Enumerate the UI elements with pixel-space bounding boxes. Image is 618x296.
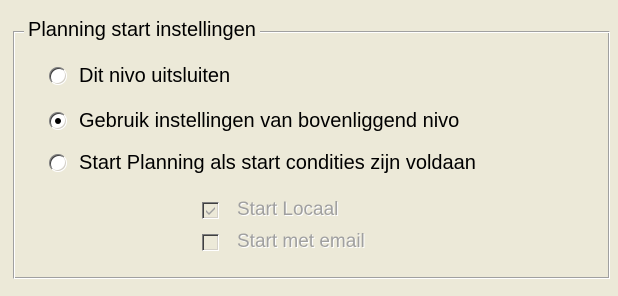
checkbox-label: Start Locaal — [237, 199, 339, 220]
radio-button-unchecked[interactable] — [49, 67, 67, 85]
checkbox-start-met-email[interactable]: Start met email — [202, 229, 365, 255]
radio-dit-nivo-uitsluiten[interactable]: Dit nivo uitsluiten — [49, 61, 230, 91]
radio-start-planning[interactable]: Start Planning als start condities zijn … — [49, 148, 476, 178]
checkbox-unchecked-icon[interactable] — [202, 233, 219, 251]
checkbox-checked-icon[interactable] — [202, 201, 219, 219]
radio-button-checked[interactable] — [49, 112, 67, 130]
checkbox-label: Start met email — [237, 231, 365, 252]
radio-label: Start Planning als start condities zijn … — [79, 151, 476, 174]
radio-label: Gebruik instellingen van bovenliggend ni… — [79, 109, 460, 132]
radio-button-unchecked[interactable] — [49, 154, 67, 172]
groupbox-title: Planning start instellingen — [24, 18, 260, 42]
radio-label: Dit nivo uitsluiten — [79, 64, 231, 87]
checkbox-start-locaal[interactable]: Start Locaal — [202, 197, 338, 223]
radio-gebruik-instellingen[interactable]: Gebruik instellingen van bovenliggend ni… — [49, 106, 459, 136]
